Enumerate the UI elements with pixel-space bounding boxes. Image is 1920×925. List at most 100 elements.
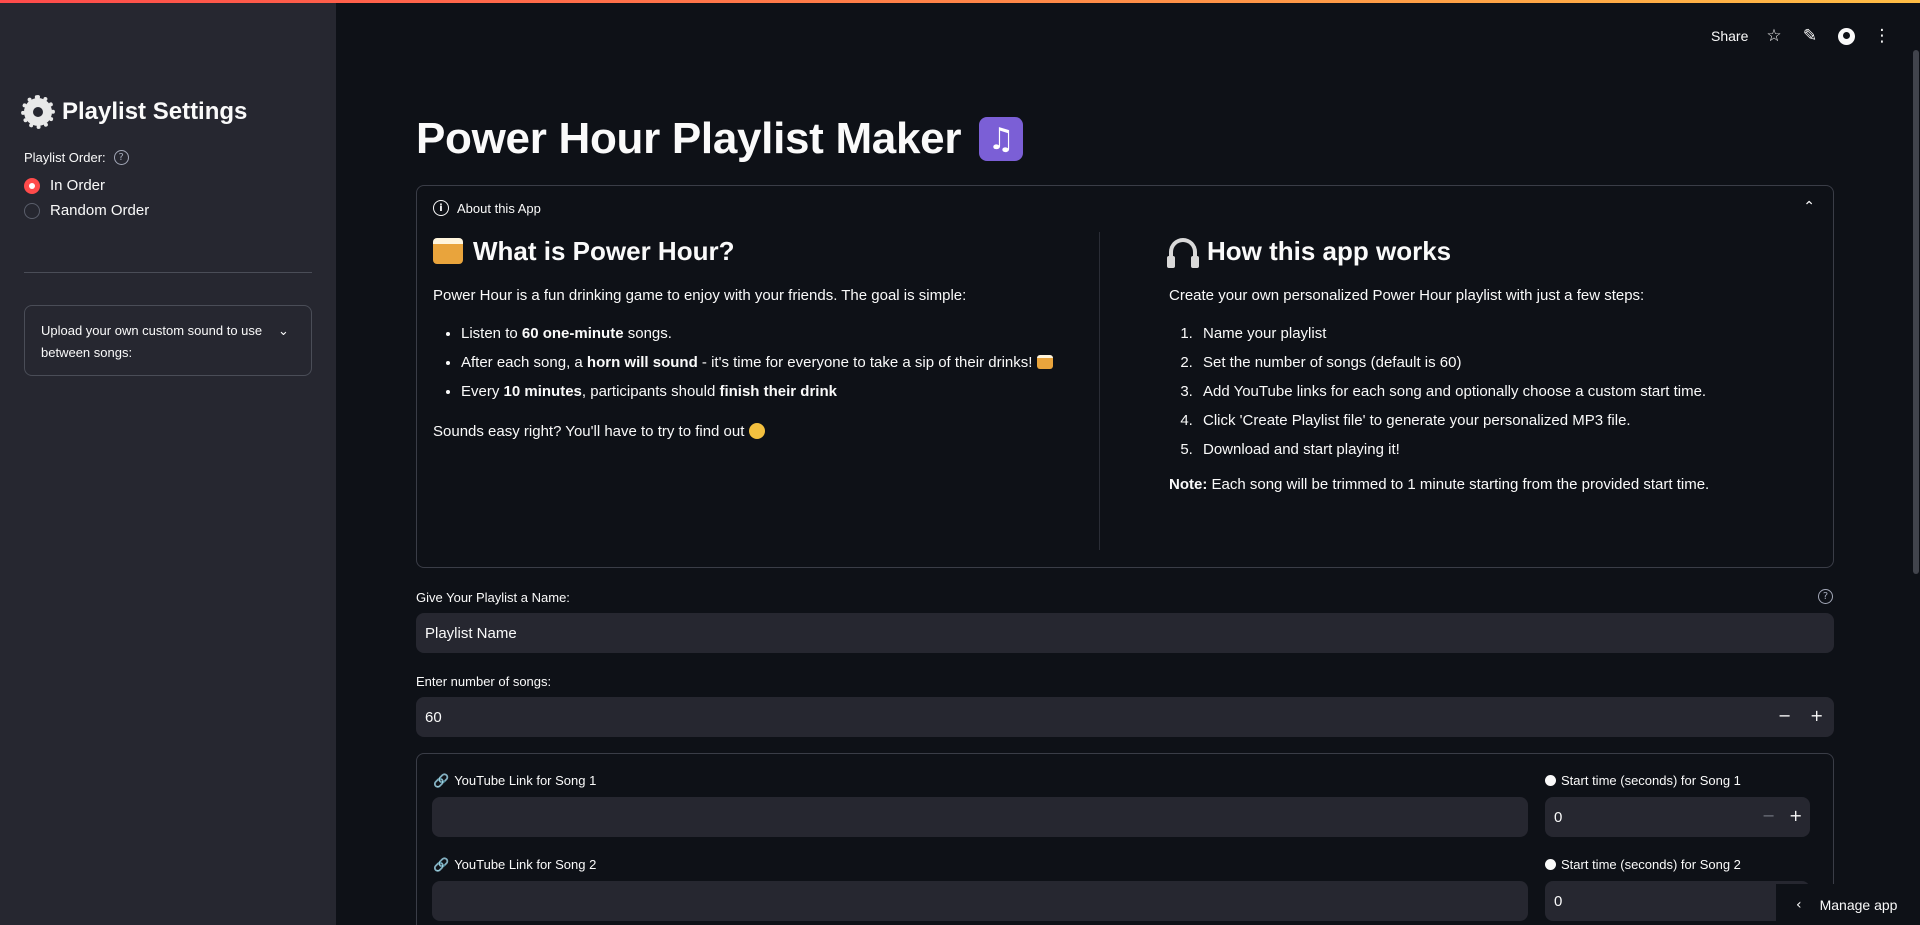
song-2-link-label: 🔗 YouTube Link for Song 2 bbox=[433, 857, 596, 873]
link-icon: 🔗 bbox=[433, 774, 450, 789]
rule-text: - it's time for everyone to take a sip o… bbox=[697, 354, 1033, 371]
rule-bold: finish their drink bbox=[719, 383, 837, 400]
what-is-heading: What is Power Hour? bbox=[433, 238, 1063, 264]
decrement-button[interactable]: − bbox=[1762, 806, 1775, 825]
column-divider bbox=[1099, 232, 1100, 550]
rule-text: , participants should bbox=[581, 383, 720, 400]
radio-in-order[interactable]: In Order bbox=[24, 177, 105, 194]
how-it-works-heading: How this app works bbox=[1167, 236, 1809, 268]
song-2-link-label-text: YouTube Link for Song 2 bbox=[454, 857, 597, 872]
chevron-left-icon: ‹ bbox=[1796, 896, 1802, 913]
more-vertical-icon[interactable]: ⋮ bbox=[1870, 24, 1894, 48]
radio-random-order[interactable]: Random Order bbox=[24, 202, 149, 219]
list-item: After each song, a horn will sound - it'… bbox=[461, 353, 1063, 373]
page-title-text: Power Hour Playlist Maker bbox=[416, 114, 962, 163]
rule-bold: 10 minutes bbox=[503, 383, 582, 400]
song-2-start-label-text: Start time (seconds) for Song 2 bbox=[1561, 857, 1741, 872]
how-it-works-heading-text: How this app works bbox=[1207, 236, 1452, 266]
gear-icon bbox=[21, 95, 55, 129]
playlist-order-label: Playlist Order: ? bbox=[24, 150, 129, 165]
list-item: Every 10 minutes, participants should fi… bbox=[461, 382, 1063, 402]
what-is-intro: Power Hour is a fun drinking game to enj… bbox=[433, 287, 967, 304]
sidebar-divider bbox=[24, 272, 312, 273]
songs-container: 🔗 YouTube Link for Song 1 Start time (sec… bbox=[416, 753, 1834, 925]
steps-list: Name your playlist Set the number of son… bbox=[1169, 324, 1809, 460]
link-icon: 🔗 bbox=[433, 858, 450, 873]
radio-random-order-label: Random Order bbox=[50, 202, 150, 219]
headphones-icon bbox=[1167, 238, 1199, 268]
list-item: Download and start playing it! bbox=[1197, 440, 1809, 460]
what-is-column: What is Power Hour? Power Hour is a fun … bbox=[433, 238, 1063, 460]
song-1-link-input[interactable] bbox=[432, 797, 1528, 837]
song-2-start-label: Start time (seconds) for Song 2 bbox=[1545, 857, 1741, 872]
stopwatch-icon bbox=[1545, 775, 1556, 786]
about-expander-label: About this App bbox=[457, 200, 541, 216]
list-item: Name your playlist bbox=[1197, 324, 1809, 344]
increment-button[interactable]: + bbox=[1810, 706, 1823, 725]
how-it-works-column: How this app works Create your own perso… bbox=[1167, 236, 1809, 513]
manage-app-button[interactable]: ‹ Manage app bbox=[1776, 884, 1920, 925]
song-1-link-label: 🔗 YouTube Link for Song 1 bbox=[433, 773, 596, 789]
share-button[interactable]: Share bbox=[1711, 24, 1748, 48]
github-icon[interactable] bbox=[1834, 24, 1858, 48]
sidebar-title-text: Playlist Settings bbox=[62, 98, 248, 125]
rule-text: Listen to bbox=[461, 325, 522, 342]
how-it-works-intro: Create your own personalized Power Hour … bbox=[1169, 287, 1645, 304]
rule-text: After each song, a bbox=[461, 354, 587, 371]
beer-mugs-icon bbox=[433, 238, 463, 264]
upload-sound-label: Upload your own custom sound to use betw… bbox=[41, 323, 263, 360]
info-icon: i bbox=[433, 200, 449, 216]
playlist-order-label-text: Playlist Order: bbox=[24, 150, 106, 165]
radio-selected-icon[interactable] bbox=[24, 177, 40, 194]
note-label: Note: bbox=[1169, 476, 1208, 493]
song-1-link-label-text: YouTube Link for Song 1 bbox=[454, 773, 597, 788]
scrollbar[interactable] bbox=[1913, 50, 1919, 574]
about-expander-header[interactable]: i About this App bbox=[433, 200, 541, 216]
help-icon[interactable]: ? bbox=[113, 150, 129, 165]
song-2-start-value: 0 bbox=[1554, 892, 1563, 910]
radio-in-order-label: In Order bbox=[50, 177, 106, 194]
pencil-icon[interactable]: ✎ bbox=[1798, 24, 1822, 48]
what-is-heading-text: What is Power Hour? bbox=[473, 236, 735, 266]
rule-bold: 60 one-minute bbox=[521, 325, 624, 342]
playlist-name-label: Give Your Playlist a Name: bbox=[416, 590, 570, 605]
sidebar: Playlist Settings Playlist Order: ? In O… bbox=[0, 0, 336, 925]
increment-button[interactable]: + bbox=[1789, 806, 1802, 825]
chevron-up-icon[interactable]: ⌃ bbox=[1803, 198, 1815, 215]
sidebar-title: Playlist Settings bbox=[21, 95, 248, 129]
song-1-start-label: Start time (seconds) for Song 1 bbox=[1545, 773, 1741, 788]
top-decoration-bar bbox=[0, 0, 1920, 3]
song-2-link-input[interactable] bbox=[432, 881, 1528, 921]
rule-text: songs. bbox=[623, 325, 672, 342]
winking-face-icon bbox=[748, 423, 765, 439]
list-item: Add YouTube links for each song and opti… bbox=[1197, 382, 1809, 402]
note: Note: Each song will be trimmed to 1 min… bbox=[1169, 475, 1809, 495]
rules-list: Listen to 60 one-minute songs. After eac… bbox=[433, 324, 1063, 402]
chevron-down-icon[interactable]: ⌄ bbox=[278, 320, 289, 342]
number-of-songs-input[interactable]: 60 bbox=[416, 697, 1834, 737]
song-1-start-label-text: Start time (seconds) for Song 1 bbox=[1561, 773, 1741, 788]
decrement-button[interactable]: − bbox=[1778, 706, 1791, 725]
radio-unselected-icon[interactable] bbox=[24, 202, 40, 219]
what-is-outro-text: Sounds easy right? You'll have to try to… bbox=[433, 423, 745, 440]
song-1-start-value: 0 bbox=[1554, 808, 1563, 826]
about-expander: i About this App ⌃ What is Power Hour? P… bbox=[416, 185, 1834, 568]
list-item: Listen to 60 one-minute songs. bbox=[461, 324, 1063, 344]
manage-app-label: Manage app bbox=[1819, 896, 1898, 913]
note-text: Each song will be trimmed to 1 minute st… bbox=[1207, 476, 1710, 493]
list-item: Set the number of songs (default is 60) bbox=[1197, 353, 1809, 373]
star-icon[interactable]: ☆ bbox=[1762, 24, 1786, 48]
number-of-songs-value: 60 bbox=[425, 708, 442, 726]
song-2-start-input[interactable]: 0 bbox=[1545, 881, 1810, 921]
playlist-name-input[interactable]: Playlist Name bbox=[416, 613, 1834, 653]
number-of-songs-label: Enter number of songs: bbox=[416, 674, 552, 689]
page-title: Power Hour Playlist Maker ♫ bbox=[416, 114, 1024, 164]
help-icon[interactable]: ? bbox=[1818, 589, 1833, 604]
upload-sound-expander[interactable]: Upload your own custom sound to use betw… bbox=[24, 305, 312, 376]
music-notes-icon: ♫ bbox=[979, 117, 1024, 161]
beer-mugs-icon bbox=[1036, 355, 1053, 369]
list-item: Click 'Create Playlist file' to generate… bbox=[1197, 411, 1809, 431]
rule-text: Every bbox=[461, 383, 504, 400]
what-is-outro: Sounds easy right? You'll have to try to… bbox=[433, 422, 1063, 442]
stopwatch-icon bbox=[1545, 859, 1556, 870]
